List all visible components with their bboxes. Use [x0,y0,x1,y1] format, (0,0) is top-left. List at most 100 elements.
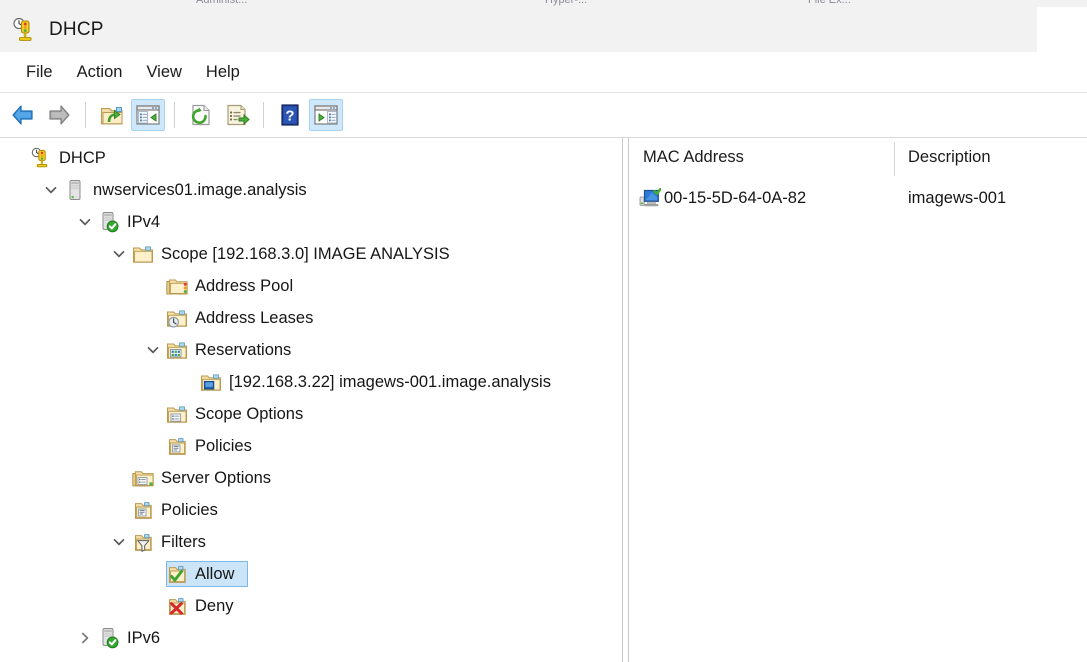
cell-description: imagews-001 [894,189,1084,208]
background-window-strip: Administ... Hyper-... File Ex... [0,0,1087,7]
folder-deny-icon [166,595,188,617]
tree-item-scope-policies[interactable]: Policies [0,430,622,462]
tree-item-address-pool[interactable]: Address Pool [0,270,622,302]
show-hide-action-pane-button[interactable] [309,99,343,131]
tree-item-address-leases[interactable]: Address Leases [0,302,622,334]
folder-scope-options-icon [166,403,188,425]
tree-item-label: Server Options [161,468,272,487]
tree-item-label: IPv6 [127,628,161,647]
tree-item-label: IPv4 [127,212,161,231]
chevron-down-icon[interactable] [106,238,132,270]
tree-item-filters[interactable]: Filters [0,526,622,558]
computer-allowed-icon [639,187,662,208]
menu-help[interactable]: Help [194,59,252,86]
list-scroll-rail[interactable] [1083,138,1087,662]
tree-item-reservation-entry[interactable]: [192.168.3.22] imagews-001.image.analysi… [0,366,622,398]
folder-reservations-icon [166,339,188,361]
tree-item-dhcp[interactable]: DHCP [0,142,622,174]
tree-item-label: Reservations [195,340,292,359]
svg-text:?: ? [285,108,294,125]
tree-item-label: [192.168.3.22] imagews-001.image.analysi… [229,372,551,391]
chevron-down-icon[interactable] [106,526,132,558]
toolbar: ? [0,93,1087,138]
folder-reservation-entry-icon [200,371,222,393]
folder-server-options-icon [132,467,154,489]
ghost-fragment-3: File Ex... [808,0,851,6]
tree-item-label: Policies [161,500,218,519]
window-title: DHCP [49,18,104,40]
folder-policies-icon [166,435,188,457]
title-bar: DHCP [0,7,1087,52]
tree-item-label: nwservices01.image.analysis [93,180,307,199]
tree-item-label: DHCP [59,148,106,167]
help-button[interactable]: ? [273,99,307,131]
tree-item-label: Scope Options [195,404,304,423]
tree-item-ipv6[interactable]: IPv6 [0,622,622,654]
menu-file[interactable]: File [14,59,65,86]
dhcp-icon [11,17,37,43]
console-tree: DHCP nwservices01.image.analysis IPv4 Scope… [0,138,622,654]
console-tree-panel[interactable]: DHCP nwservices01.image.analysis IPv4 Scope… [0,138,623,662]
column-header-mac-address[interactable]: MAC Address [629,138,894,180]
dhcp-icon [30,147,52,169]
server-icon [64,179,86,201]
tree-item-reservations[interactable]: Reservations [0,334,622,366]
menu-bar: File Action View Help [0,52,1087,93]
server-ok-icon [98,211,120,233]
ghost-fragment-2: Hyper-... [545,0,588,6]
server-ok-icon [98,627,120,649]
toolbar-separator-1 [85,102,86,128]
tree-item-label: Scope [192.168.3.0] IMAGE ANALYSIS [161,244,450,263]
tree-item-label: Allow [195,564,235,583]
dhcp-console-window: Administ... Hyper-... File Ex... DHCP Fi… [0,0,1087,662]
tree-item-ipv4[interactable]: IPv4 [0,206,622,238]
folder-allow-icon [166,563,188,585]
folder-address-leases-icon [166,307,188,329]
back-button[interactable] [6,99,40,131]
toolbar-separator-2 [174,102,175,128]
tree-item-server-options[interactable]: Server Options [0,462,622,494]
title-bar-right-filler [1037,7,1087,52]
tree-item-allow[interactable]: Allow [0,558,622,590]
folder-policies-icon [132,499,154,521]
tree-item-label: Filters [161,532,206,551]
show-hide-console-tree-button[interactable] [131,99,165,131]
tree-item-server-policies[interactable]: Policies [0,494,622,526]
tree-item-scope-options[interactable]: Scope Options [0,398,622,430]
tree-item-scope[interactable]: Scope [192.168.3.0] IMAGE ANALYSIS [0,238,622,270]
toolbar-separator-3 [263,102,264,128]
refresh-button[interactable] [184,99,218,131]
mac-address-text: 00-15-5D-64-0A-82 [664,188,807,207]
folder-filters-icon [132,531,154,553]
folder-address-pool-icon [166,275,188,297]
cell-mac-address: 00-15-5D-64-0A-82 [629,187,894,208]
list-view-panel[interactable]: MAC Address Description 00-15-5D-64-0A-8… [628,138,1087,662]
chevron-down-icon[interactable] [140,334,166,366]
tree-item-server[interactable]: nwservices01.image.analysis [0,174,622,206]
column-header-description[interactable]: Description [894,138,1084,180]
chevron-down-icon[interactable] [72,206,98,238]
list-view-rows: 00-15-5D-64-0A-82 imagews-001 [629,180,1087,216]
up-one-level-button[interactable] [95,99,129,131]
export-list-button[interactable] [220,99,254,131]
menu-view[interactable]: View [134,59,193,86]
tree-item-deny[interactable]: Deny [0,590,622,622]
forward-button[interactable] [42,99,76,131]
tree-item-label: Policies [195,436,252,455]
table-row[interactable]: 00-15-5D-64-0A-82 imagews-001 [629,180,1087,216]
tree-item-label: Address Leases [195,308,314,327]
tree-item-label: Address Pool [195,276,294,295]
chevron-right-icon[interactable] [72,622,98,654]
chevron-down-icon[interactable] [38,174,64,206]
menu-action[interactable]: Action [65,59,135,86]
description-text: imagews-001 [908,188,1007,207]
folder-scope-icon [132,243,154,265]
